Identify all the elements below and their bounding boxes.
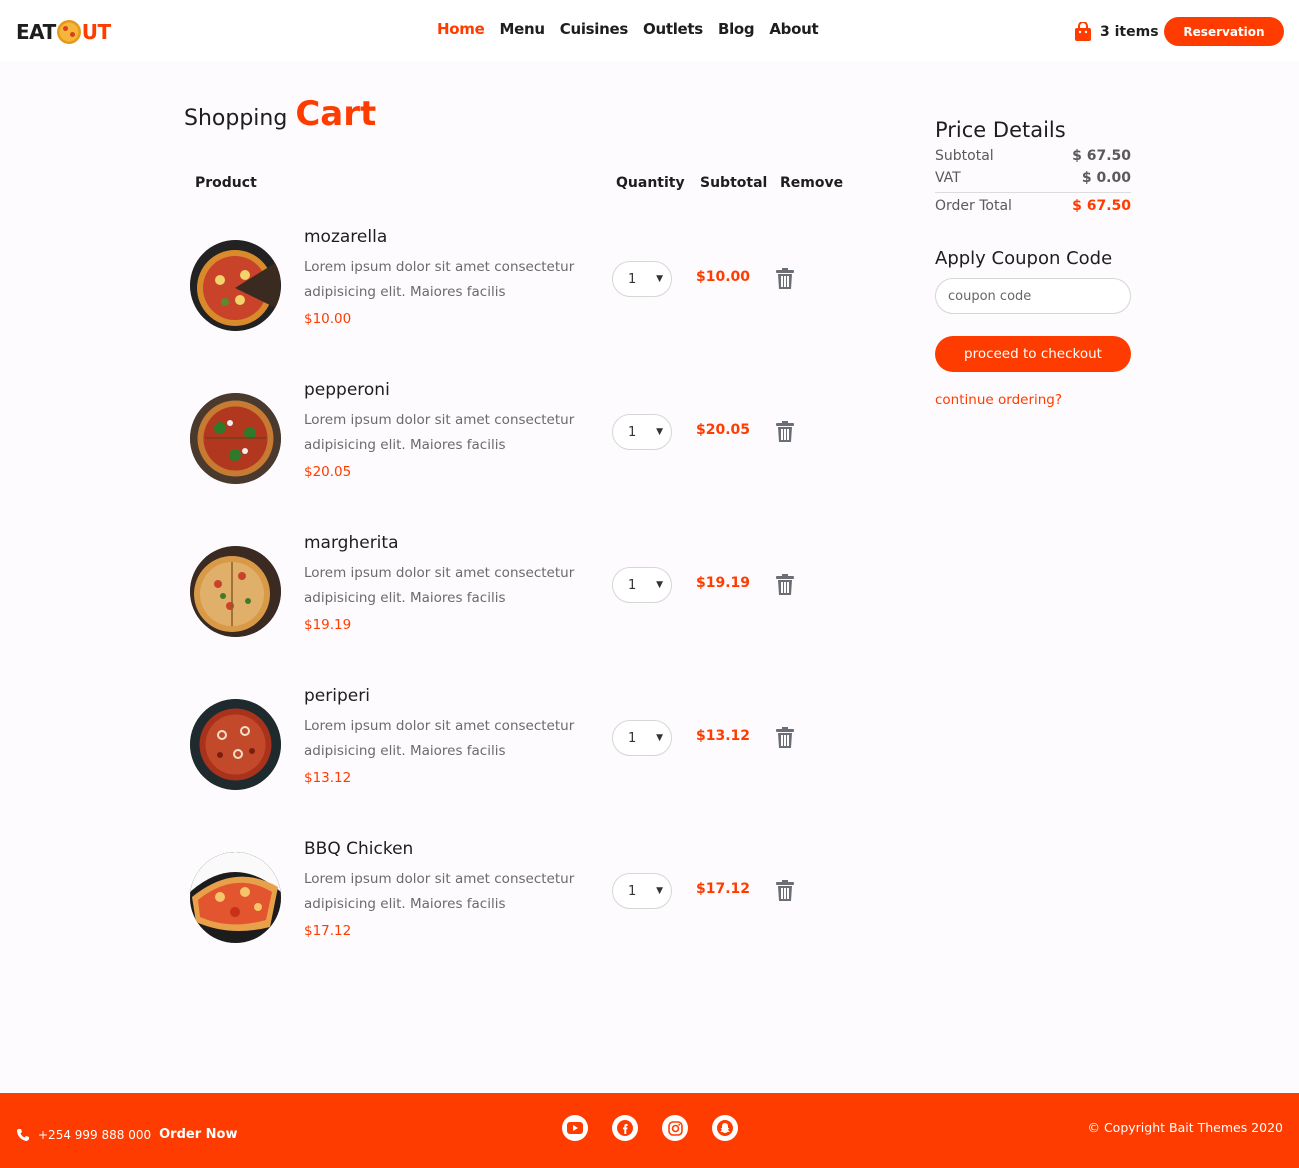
trash-icon[interactable] — [775, 880, 795, 902]
cart-row: margherita Lorem ipsum dolor sit amet co… — [190, 533, 850, 643]
header-remove: Remove — [780, 175, 844, 191]
logo-text-left: EAT — [16, 20, 56, 44]
cart-count: 3 items — [1100, 24, 1159, 40]
quantity-value: 1 — [628, 883, 637, 899]
nav-about[interactable]: About — [769, 20, 818, 38]
product-description: Lorem ipsum dolor sit amet consectetur a… — [304, 565, 575, 606]
product-name[interactable]: periperi — [304, 686, 370, 706]
nav-outlets[interactable]: Outlets — [643, 20, 703, 38]
product-description: Lorem ipsum dolor sit amet consectetur a… — [304, 412, 575, 453]
product-description: Lorem ipsum dolor sit amet consectetur a… — [304, 718, 575, 759]
row-subtotal: $17.12 — [696, 881, 751, 897]
product-name[interactable]: BBQ Chicken — [304, 839, 413, 859]
navbar: EAT UT Home Menu Cuisines Outlets Blog A… — [0, 0, 1299, 62]
order-now-link[interactable]: Order Now — [159, 1127, 237, 1142]
quantity-select[interactable]: 1 ▼ — [612, 720, 672, 756]
product-price: $19.19 — [304, 617, 352, 633]
row-subtotal: $10.00 — [696, 269, 751, 285]
cart-indicator[interactable]: 3 items — [1074, 22, 1159, 42]
order-total-row: Order Total $ 67.50 — [935, 192, 1131, 214]
quantity-select[interactable]: 1 ▼ — [612, 414, 672, 450]
cart-row: mozarella Lorem ipsum dolor sit amet con… — [190, 227, 850, 337]
product-name[interactable]: pepperoni — [304, 380, 390, 400]
order-total-label: Order Total — [935, 198, 1012, 214]
vat-row: VAT $ 0.00 — [935, 170, 1131, 192]
cart-row: pepperoni Lorem ipsum dolor sit amet con… — [190, 380, 850, 490]
row-subtotal: $13.12 — [696, 728, 751, 744]
quantity-select[interactable]: 1 ▼ — [612, 873, 672, 909]
main-menu: Home Menu Cuisines Outlets Blog About — [437, 20, 833, 38]
dropdown-caret-icon: ▼ — [656, 274, 663, 284]
youtube-icon[interactable] — [562, 1115, 588, 1141]
facebook-icon[interactable] — [612, 1115, 638, 1141]
nav-menu[interactable]: Menu — [499, 20, 545, 38]
product-price: $20.05 — [304, 464, 352, 480]
header-product: Product — [195, 175, 257, 191]
dropdown-caret-icon: ▼ — [656, 427, 663, 437]
quantity-value: 1 — [628, 424, 637, 440]
dropdown-caret-icon: ▼ — [656, 733, 663, 743]
quantity-value: 1 — [628, 271, 637, 287]
product-name[interactable]: mozarella — [304, 227, 387, 247]
page-title: Shopping Cart — [184, 94, 376, 134]
snapchat-icon[interactable] — [712, 1115, 738, 1141]
product-price: $17.12 — [304, 923, 352, 939]
reservation-button[interactable]: Reservation — [1164, 17, 1284, 46]
row-subtotal: $20.05 — [696, 422, 751, 438]
price-details-panel: Price Details Subtotal $ 67.50 VAT $ 0.0… — [935, 118, 1131, 408]
pizza-logo-icon — [56, 20, 81, 44]
price-details-title: Price Details — [935, 118, 1066, 142]
footer-phone[interactable]: +254 999 888 000 — [38, 1128, 151, 1142]
product-price: $10.00 — [304, 311, 352, 327]
header-subtotal: Subtotal — [700, 175, 768, 191]
subtotal-value: $ 67.50 — [1072, 148, 1131, 164]
row-subtotal: $19.19 — [696, 575, 751, 591]
vat-value: $ 0.00 — [1081, 170, 1131, 186]
trash-icon[interactable] — [775, 574, 795, 596]
coupon-input[interactable] — [935, 278, 1131, 314]
quantity-select[interactable]: 1 ▼ — [612, 567, 672, 603]
subtotal-label: Subtotal — [935, 148, 994, 164]
cart-row: periperi Lorem ipsum dolor sit amet cons… — [190, 686, 850, 796]
quantity-value: 1 — [628, 730, 637, 746]
instagram-icon[interactable] — [662, 1115, 688, 1141]
subtotal-row: Subtotal $ 67.50 — [935, 148, 1131, 164]
nav-home[interactable]: Home — [437, 20, 485, 38]
product-description: Lorem ipsum dolor sit amet consectetur a… — [304, 871, 575, 912]
proceed-to-checkout-button[interactable]: proceed to checkout — [935, 336, 1131, 372]
product-image — [190, 852, 281, 943]
logo-text-right: UT — [81, 20, 111, 44]
order-total-value: $ 67.50 — [1072, 198, 1131, 214]
product-description: Lorem ipsum dolor sit amet consectetur a… — [304, 259, 575, 300]
vat-label: VAT — [935, 170, 961, 186]
quantity-value: 1 — [628, 577, 637, 593]
product-price: $13.12 — [304, 770, 352, 786]
continue-ordering-link[interactable]: continue ordering? — [935, 392, 1062, 408]
brand-logo[interactable]: EAT UT — [16, 20, 111, 44]
trash-icon[interactable] — [775, 727, 795, 749]
product-image — [190, 393, 281, 484]
page-title-bold: Cart — [295, 94, 377, 134]
coupon-title: Apply Coupon Code — [935, 248, 1113, 269]
product-image — [190, 240, 281, 331]
quantity-select[interactable]: 1 ▼ — [612, 261, 672, 297]
product-image — [190, 546, 281, 637]
phone-icon — [17, 1128, 29, 1141]
social-links — [562, 1115, 762, 1141]
dropdown-caret-icon: ▼ — [656, 886, 663, 896]
nav-cuisines[interactable]: Cuisines — [560, 20, 629, 38]
page-title-light: Shopping — [184, 106, 288, 131]
footer-contact: +254 999 888 000 Order Now — [16, 1127, 237, 1142]
cart-row: BBQ Chicken Lorem ipsum dolor sit amet c… — [190, 839, 850, 949]
product-image — [190, 699, 281, 790]
header-quantity: Quantity — [616, 175, 685, 191]
nav-blog[interactable]: Blog — [718, 20, 755, 38]
product-name[interactable]: margherita — [304, 533, 399, 553]
dropdown-caret-icon: ▼ — [656, 580, 663, 590]
trash-icon[interactable] — [775, 421, 795, 443]
shopping-bag-icon — [1075, 22, 1091, 41]
copyright-text: © Copyright Bait Themes 2020 — [1087, 1120, 1283, 1135]
footer: +254 999 888 000 Order Now © Copyright B… — [0, 1093, 1299, 1168]
trash-icon[interactable] — [775, 268, 795, 290]
